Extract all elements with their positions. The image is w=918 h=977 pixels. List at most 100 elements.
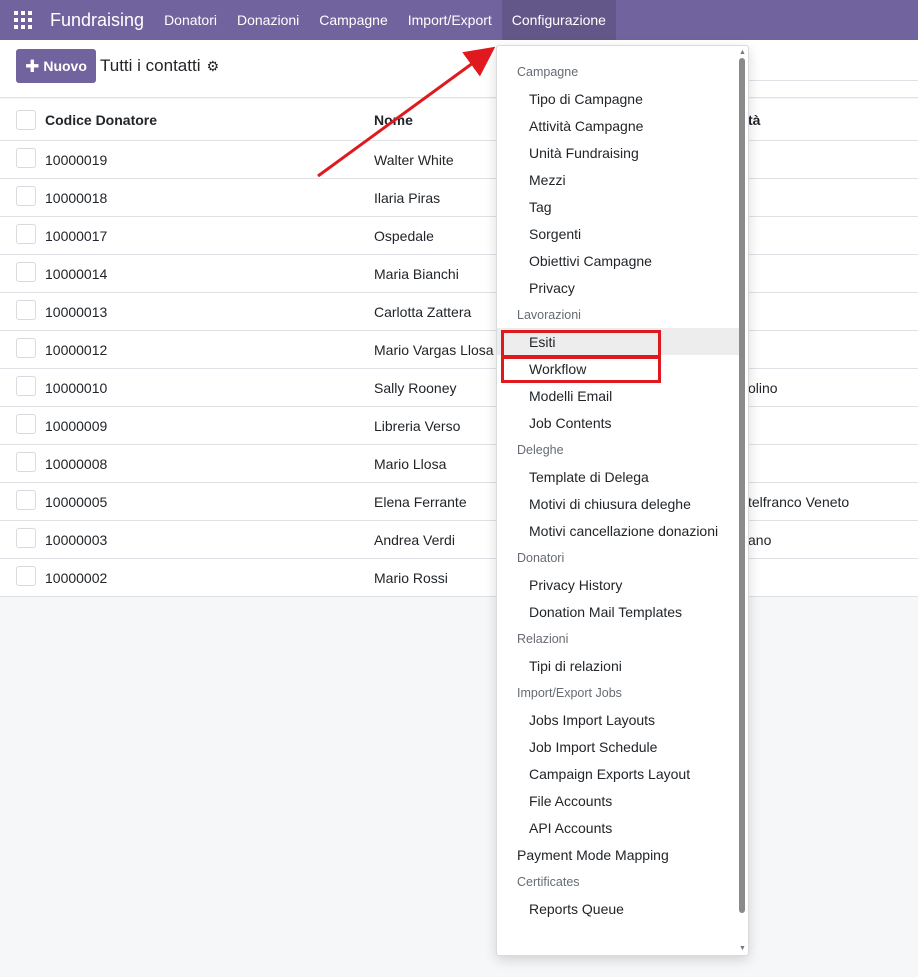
cell-code: 10000008: [45, 456, 108, 472]
menu-section-header: Import/Export Jobs: [517, 686, 622, 700]
table-row[interactable]: 10000009 Libreria Verso: [0, 407, 918, 445]
plus-icon: ✚: [25, 56, 40, 76]
search-input[interactable]: [740, 53, 918, 81]
highlight-esiti: [501, 330, 661, 358]
menu-section-header: Deleghe: [517, 443, 564, 457]
menu-donazioni[interactable]: Donazioni: [227, 0, 309, 40]
cell-name: Andrea Verdi: [374, 532, 455, 548]
cell-code: 10000014: [45, 266, 108, 282]
cell-name: Ospedale: [374, 228, 434, 244]
row-checkbox[interactable]: [16, 452, 36, 472]
cell-code: 10000017: [45, 228, 108, 244]
menu-section-header: Certificates: [517, 875, 580, 889]
menu-item-modelli-email[interactable]: Modelli Email: [497, 382, 739, 409]
menu-item-privacy-history[interactable]: Privacy History: [497, 571, 739, 598]
column-header-name[interactable]: Nome: [374, 112, 413, 128]
table-row[interactable]: 10000019 Walter White: [0, 141, 918, 179]
apps-grid-icon: [14, 11, 32, 29]
table-row[interactable]: 10000010 Sally Rooney olino: [0, 369, 918, 407]
cell-name: Maria Bianchi: [374, 266, 459, 282]
menu-item-tag[interactable]: Tag: [497, 193, 739, 220]
row-checkbox[interactable]: [16, 186, 36, 206]
scroll-down-icon[interactable]: ▼: [739, 945, 746, 952]
new-button-label: Nuovo: [43, 58, 87, 74]
row-checkbox[interactable]: [16, 566, 36, 586]
table-row[interactable]: 10000018 Ilaria Piras: [0, 179, 918, 217]
configurazione-dropdown: Campagne Tipo di Campagne Attività Campagn…: [496, 45, 749, 956]
menu-item-reports-queue[interactable]: Reports Queue: [497, 895, 739, 922]
row-checkbox[interactable]: [16, 262, 36, 282]
control-panel: ✚ Nuovo Tutti i contatti ⚙: [0, 40, 918, 98]
row-checkbox[interactable]: [16, 414, 36, 434]
row-checkbox[interactable]: [16, 338, 36, 358]
cell-name: Mario Vargas Llosa: [374, 342, 494, 358]
scroll-up-icon[interactable]: ▲: [739, 49, 746, 56]
row-checkbox[interactable]: [16, 490, 36, 510]
dropdown-scrollbar[interactable]: ▲ ▼: [737, 46, 747, 955]
menu-item-file-accounts[interactable]: File Accounts: [497, 787, 739, 814]
cell-name: Mario Rossi: [374, 570, 448, 586]
menu-item-attivit-campagne[interactable]: Attività Campagne: [497, 112, 739, 139]
table-row[interactable]: 10000002 Mario Rossi: [0, 559, 918, 597]
menu-item-motivi-cancellazione-donazioni[interactable]: Motivi cancellazione donazioni: [497, 517, 739, 544]
menu-item-api-accounts[interactable]: API Accounts: [497, 814, 739, 841]
table-header: Codice Donatore Nome tà: [0, 99, 918, 141]
cell-code: 10000013: [45, 304, 108, 320]
scrollbar-thumb[interactable]: [739, 58, 745, 913]
menu-item-job-import-schedule[interactable]: Job Import Schedule: [497, 733, 739, 760]
cell-city: olino: [748, 380, 778, 396]
cell-name: Mario Llosa: [374, 456, 447, 472]
app-name[interactable]: Fundraising: [50, 10, 144, 31]
menu-item-tipi-di-relazioni[interactable]: Tipi di relazioni: [497, 652, 739, 679]
menu-item-jobs-import-layouts[interactable]: Jobs Import Layouts: [497, 706, 739, 733]
menu-item-motivi-di-chiusura-deleghe[interactable]: Motivi di chiusura deleghe: [497, 490, 739, 517]
table-row[interactable]: 10000008 Mario Llosa: [0, 445, 918, 483]
menu-item-campaign-exports-layout[interactable]: Campaign Exports Layout: [497, 760, 739, 787]
table-row[interactable]: 10000003 Andrea Verdi ano: [0, 521, 918, 559]
cell-name: Sally Rooney: [374, 380, 457, 396]
menu-item-unit-fundraising[interactable]: Unità Fundraising: [497, 139, 739, 166]
menu-item-donation-mail-templates[interactable]: Donation Mail Templates: [497, 598, 739, 625]
apps-menu-button[interactable]: [0, 0, 46, 40]
menu-item-payment-mode-mapping[interactable]: Payment Mode Mapping: [497, 841, 739, 868]
table-row[interactable]: 10000017 Ospedale: [0, 217, 918, 255]
cell-name: Walter White: [374, 152, 454, 168]
table-row[interactable]: 10000005 Elena Ferrante telfranco Veneto: [0, 483, 918, 521]
menu-configurazione[interactable]: Configurazione: [501, 0, 616, 40]
menu-donatori[interactable]: Donatori: [154, 0, 227, 40]
cell-name: Libreria Verso: [374, 418, 461, 434]
menu-item-obiettivi-campagne[interactable]: Obiettivi Campagne: [497, 247, 739, 274]
menu-section-header: Campagne: [517, 65, 579, 79]
row-checkbox[interactable]: [16, 224, 36, 244]
column-header-code[interactable]: Codice Donatore: [45, 112, 157, 128]
highlight-workflow: [501, 356, 661, 383]
page-title: Tutti i contatti: [100, 56, 201, 75]
select-all-checkbox[interactable]: [16, 110, 36, 130]
cell-city: telfranco Veneto: [748, 494, 850, 510]
top-navbar: Fundraising Donatori Donazioni Campagne …: [0, 0, 918, 40]
row-checkbox[interactable]: [16, 376, 36, 396]
menu-item-mezzi[interactable]: Mezzi: [497, 166, 739, 193]
cell-code: 10000018: [45, 190, 108, 206]
column-header-city[interactable]: tà: [748, 112, 760, 128]
menu-item-template-di-delega[interactable]: Template di Delega: [497, 463, 739, 490]
cell-code: 10000012: [45, 342, 108, 358]
menu-item-sorgenti[interactable]: Sorgenti: [497, 220, 739, 247]
table-row[interactable]: 10000013 Carlotta Zattera: [0, 293, 918, 331]
breadcrumb: Tutti i contatti ⚙: [100, 56, 219, 76]
cell-code: 10000009: [45, 418, 108, 434]
gear-icon[interactable]: ⚙: [206, 58, 219, 75]
contacts-table: Codice Donatore Nome tà 10000019 Walter W…: [0, 99, 918, 597]
row-checkbox[interactable]: [16, 528, 36, 548]
new-button[interactable]: ✚ Nuovo: [16, 49, 96, 83]
menu-item-tipo-di-campagne[interactable]: Tipo di Campagne: [497, 85, 739, 112]
row-checkbox[interactable]: [16, 300, 36, 320]
menu-item-privacy[interactable]: Privacy: [497, 274, 739, 301]
table-row[interactable]: 10000012 Mario Vargas Llosa: [0, 331, 918, 369]
menu-campagne[interactable]: Campagne: [309, 0, 398, 40]
cell-city: ano: [748, 532, 772, 548]
table-row[interactable]: 10000014 Maria Bianchi: [0, 255, 918, 293]
menu-item-job-contents[interactable]: Job Contents: [497, 409, 739, 436]
menu-import-export[interactable]: Import/Export: [398, 0, 502, 40]
row-checkbox[interactable]: [16, 148, 36, 168]
